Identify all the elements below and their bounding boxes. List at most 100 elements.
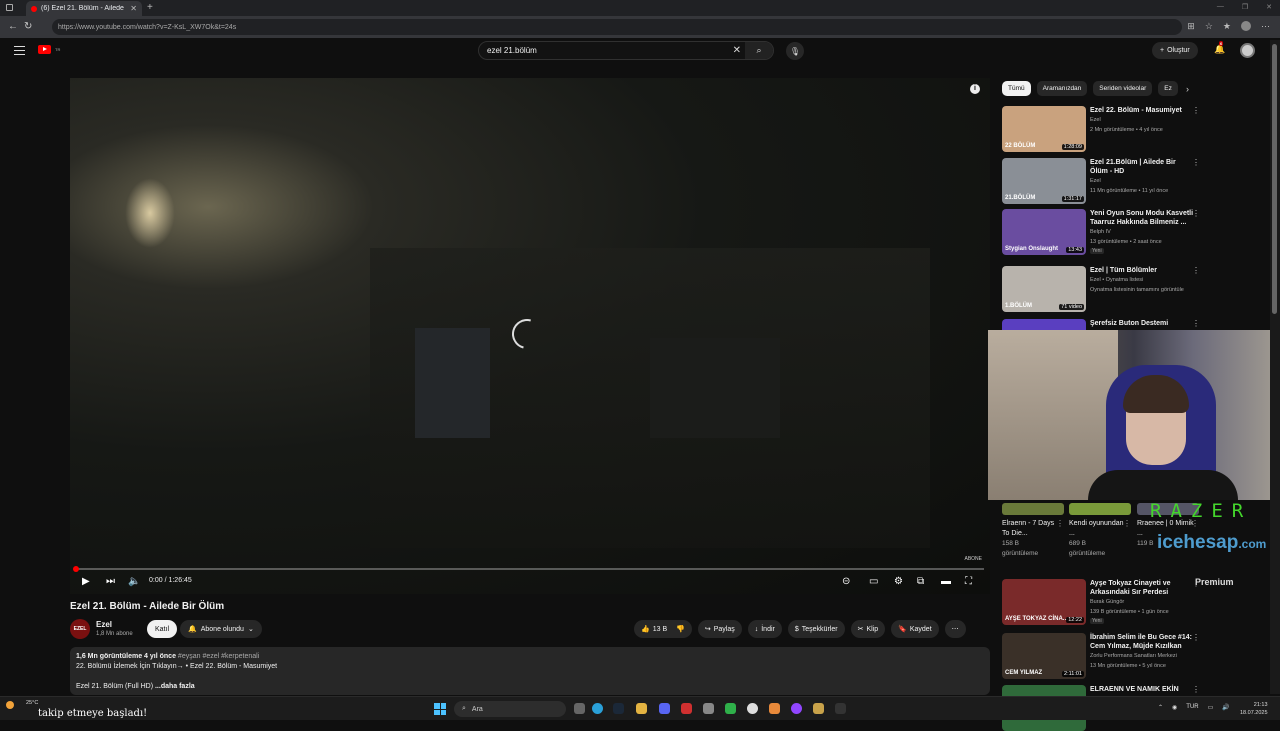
reload-icon[interactable]: ↻ xyxy=(24,21,32,32)
recommendation-item[interactable]: Stygian Onslaught 13:43 Yeni Oyun Sonu Mod… xyxy=(1002,209,1202,255)
search-button[interactable]: ⌕ xyxy=(745,42,773,59)
recommendation-item[interactable]: 21.BÖLÜM 1:31:17 Ezel 21.Bölüm | Ailede Bi… xyxy=(1002,158,1202,204)
new-tab-icon[interactable]: + xyxy=(147,2,153,13)
video-thumbnail[interactable]: CEM YILMAZ 2:11:01 xyxy=(1002,633,1086,679)
scrollbar-thumb[interactable] xyxy=(1272,44,1277,314)
more-icon[interactable]: ⋮ xyxy=(1192,158,1200,167)
recommendation-title[interactable]: Şerefsiz Buton Destemi xyxy=(1090,319,1194,328)
url-input[interactable]: https://www.youtube.com/watch?v=Z-KsL_XW… xyxy=(52,19,1182,35)
thumbs-down-icon[interactable]: 👎 xyxy=(676,625,685,633)
close-tab-icon[interactable]: ✕ xyxy=(130,4,137,13)
voice-search-icon[interactable]: 🎙 xyxy=(786,42,804,60)
video-thumbnail[interactable]: AYŞE TOKYAZ CİNA... 12:22 xyxy=(1002,579,1086,625)
app-icon[interactable] xyxy=(703,703,714,714)
info-icon[interactable]: i xyxy=(970,84,980,94)
theater-mode-icon[interactable]: ▬ xyxy=(941,576,951,588)
channel-avatar[interactable]: EZEL xyxy=(70,619,90,639)
join-button[interactable]: Katıl xyxy=(147,620,178,638)
description-box[interactable]: 1,6 Mn görüntüleme 4 yıl önce #eyşan #ez… xyxy=(70,647,990,695)
create-button[interactable]: + Oluştur xyxy=(1152,42,1198,59)
miniplayer-icon[interactable]: ⧉ xyxy=(917,576,924,588)
task-view-icon[interactable] xyxy=(574,703,585,714)
steam-icon[interactable] xyxy=(613,703,624,714)
app-icon[interactable] xyxy=(725,703,736,714)
menu-icon[interactable] xyxy=(14,46,25,58)
more-icon[interactable]: ⋮ xyxy=(1192,685,1200,694)
more-icon[interactable]: ⋮ xyxy=(1192,319,1200,328)
profile-icon[interactable] xyxy=(1241,21,1251,31)
edge-icon[interactable] xyxy=(592,703,603,714)
weather-widget[interactable]: 25°C xyxy=(6,700,38,709)
video-thumbnail[interactable]: 1.BÖLÜM 71 video xyxy=(1002,266,1086,312)
tray-overflow-icon[interactable]: ⌃ xyxy=(1158,704,1163,711)
back-icon[interactable]: ← xyxy=(8,21,18,32)
recommendation-item[interactable]: CEM YILMAZ 2:11:01 İbrahim Selim ile Bu Ge… xyxy=(1002,633,1202,679)
app-icon[interactable] xyxy=(769,703,780,714)
chip-all[interactable]: Tümü xyxy=(1002,81,1031,96)
start-button[interactable] xyxy=(434,703,446,715)
tray-app-icon[interactable]: ◉ xyxy=(1172,704,1177,711)
file-explorer-icon[interactable] xyxy=(636,703,647,714)
volume-icon[interactable]: 🔊 xyxy=(1222,704,1229,711)
short-item[interactable]: Kendi oyunundan ... 689 B görüntüleme ⋮ xyxy=(1069,519,1131,559)
more-icon[interactable]: ⋮ xyxy=(1192,266,1200,275)
next-episode-link[interactable]: • Ezel 22. Bölüm - Masumiyet xyxy=(186,663,278,670)
short-thumbnail[interactable] xyxy=(1002,503,1064,515)
clock[interactable]: 21:13 18.07.2025 xyxy=(1240,701,1268,717)
more-icon[interactable]: ⋮ xyxy=(1192,209,1200,218)
taskbar-search[interactable]: ⌕ Ara xyxy=(454,701,566,717)
app-icon[interactable] xyxy=(813,703,824,714)
recommendation-title[interactable]: ELRAENN VE NAMIK EKİN xyxy=(1090,685,1194,694)
app-icon[interactable] xyxy=(747,703,758,714)
app-icon[interactable] xyxy=(681,703,692,714)
recommendation-title[interactable]: Ezel 22. Bölüm - Masumiyet xyxy=(1090,106,1194,115)
recommendation-title[interactable]: Ezel | Tüm Bölümler xyxy=(1090,266,1194,275)
recommendation-title[interactable]: İbrahim Selim ile Bu Gece #14: Cem Yılma… xyxy=(1090,633,1194,651)
autoplay-toggle[interactable]: ⊝ xyxy=(842,576,850,588)
more-actions-button[interactable]: ⋯ xyxy=(944,620,966,638)
clear-search-icon[interactable]: ✕ xyxy=(733,45,741,56)
recommendation-channel[interactable]: Burak Güngör xyxy=(1090,598,1200,606)
show-more-link[interactable]: ...daha fazla xyxy=(155,683,195,690)
more-icon[interactable]: ⋮ xyxy=(1192,579,1200,588)
video-thumbnail[interactable]: Stygian Onslaught 13:43 xyxy=(1002,209,1086,255)
clip-button[interactable]: ✂ Klip xyxy=(850,620,886,638)
recommendation-title[interactable]: Yeni Oyun Sonu Modu Kasvetli Taarruz Hak… xyxy=(1090,209,1194,227)
video-thumbnail[interactable]: 21.BÖLÜM 1:31:17 xyxy=(1002,158,1086,204)
maximize-icon[interactable]: ❐ xyxy=(1242,3,1248,11)
more-icon[interactable]: ⋮ xyxy=(1056,519,1064,529)
browser-tab[interactable]: (6) Ezel 21. Bölüm - Ailede Bir Öl... ✕ xyxy=(26,1,142,16)
app-icon[interactable] xyxy=(835,703,846,714)
volume-icon[interactable]: 🔈 xyxy=(128,576,140,588)
recommendation-title[interactable]: Ezel 21.Bölüm | Ailede Bir Ölüm - HD xyxy=(1090,158,1194,176)
video-thumbnail[interactable]: 22 BÖLÜM 1:28:09 xyxy=(1002,106,1086,152)
chip-series[interactable]: Seriden videolar xyxy=(1093,81,1153,96)
recommendation-channel[interactable]: Ezel • Oynatma listesi xyxy=(1090,276,1200,284)
page-scrollbar[interactable] xyxy=(1270,40,1280,694)
more-icon[interactable]: ⋮ xyxy=(1123,519,1131,529)
chevron-right-icon[interactable]: › xyxy=(1186,84,1189,94)
save-button[interactable]: 🔖 Kaydet xyxy=(891,620,939,638)
settings-icon[interactable]: ⚙ xyxy=(894,576,903,588)
youtube-logo[interactable]: Premium TR xyxy=(38,45,1234,587)
fullscreen-icon[interactable]: ⛶ xyxy=(965,576,972,588)
chip-ezel[interactable]: Ez xyxy=(1158,81,1178,96)
network-icon[interactable]: ▭ xyxy=(1208,704,1214,711)
video-player[interactable]: i ABONE ▶ ⏭ 🔈 0:00 / 1:26:45 ⊝ ▭ ⚙ ⧉ ▬ ⛶ xyxy=(70,78,990,594)
recommendation-channel[interactable]: Zorlu Performans Sanatları Merkezi xyxy=(1090,652,1200,660)
next-icon[interactable]: ⏭ xyxy=(106,576,115,588)
more-icon[interactable]: ⋮ xyxy=(1192,633,1200,642)
subscribe-watermark[interactable]: ABONE xyxy=(964,556,982,562)
close-window-icon[interactable]: ✕ xyxy=(1266,3,1272,11)
language-indicator[interactable]: TUR xyxy=(1186,704,1198,711)
recommendation-item[interactable]: 1.BÖLÜM 71 video Ezel | Tüm Bölümler Ezel •… xyxy=(1002,266,1202,312)
search-input[interactable]: ezel 21.bölüm ✕ ⌕ xyxy=(478,41,774,60)
install-icon[interactable]: ⊞ xyxy=(1187,21,1195,32)
recommendation-channel[interactable]: Belph IV xyxy=(1090,228,1200,236)
like-button[interactable]: 👍 13 B 👎 xyxy=(634,620,692,638)
recommendation-title[interactable]: Ayşe Tokyaz Cinayeti ve Arkasındaki Sır … xyxy=(1090,579,1194,597)
notifications-icon[interactable]: 🔔 6 xyxy=(1214,41,1225,55)
favorites-bar-icon[interactable]: ★ xyxy=(1223,21,1231,32)
minimize-icon[interactable]: — xyxy=(1217,3,1224,11)
app-icon[interactable] xyxy=(791,703,802,714)
